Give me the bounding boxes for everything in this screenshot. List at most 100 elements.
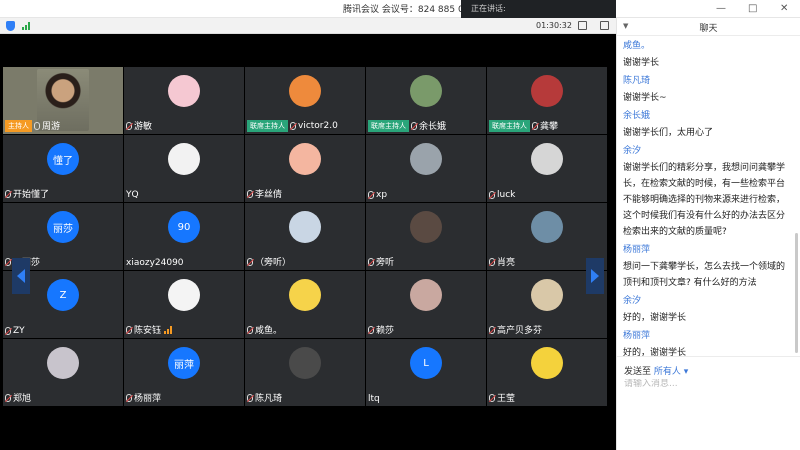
photo-avatar-icon — [289, 347, 321, 379]
chevron-left-icon — [17, 269, 25, 283]
avatar-initials: 丽萍 — [168, 347, 200, 379]
participant-tile[interactable]: 旁听 — [366, 203, 486, 270]
mic-muted-icon — [247, 393, 253, 402]
chat-message-sender[interactable]: 余长娥 — [623, 108, 793, 125]
chat-message-sender[interactable]: 杨丽萍 — [623, 242, 793, 259]
chat-scrollbar[interactable] — [795, 233, 798, 353]
participant-nametag: 李丝倩 — [247, 187, 282, 200]
chat-message-sender[interactable]: 陈凡琦 — [623, 73, 793, 90]
close-button[interactable]: ✕ — [780, 3, 788, 14]
participant-tile[interactable]: 陈凡琦 — [245, 339, 365, 406]
chat-panel: ▼ 聊天 咸鱼。 谢谢学长 陈凡琦 谢谢学长~ 余长娥 谢谢学长们，太用心了 余汐 谢谢学长们… — [616, 18, 800, 450]
mic-muted-icon — [126, 325, 132, 334]
chat-message-text: 谢谢学长 — [623, 58, 660, 68]
participant-name: 高产贝多芬 — [497, 326, 543, 336]
chat-message-sender[interactable]: 杨丽萍 — [623, 328, 793, 345]
participant-tile[interactable]: Lltq — [366, 339, 486, 406]
participant-tile[interactable]: 90 xiaozy24090 — [124, 203, 244, 270]
maximize-button[interactable]: □ — [748, 3, 757, 14]
next-page-button[interactable] — [586, 258, 604, 294]
mic-muted-icon — [489, 393, 495, 402]
participant-nametag: 郑旭 — [5, 391, 31, 404]
chat-message-sender[interactable]: 余汐 — [623, 293, 793, 310]
participant-nametag: 咸鱼。 — [247, 323, 282, 336]
participant-tile[interactable]: YQ — [124, 135, 244, 202]
mic-muted-icon — [126, 121, 132, 130]
chat-header: ▼ 聊天 — [617, 18, 800, 36]
mic-muted-icon — [368, 191, 374, 199]
participant-tile[interactable]: 懂了 开始懂了 — [3, 135, 123, 202]
participant-tile[interactable]: 联席主持人 龚攀 — [487, 67, 607, 134]
participant-tile[interactable]: 郑旭 — [3, 339, 123, 406]
meeting-timer: 01:30:32 — [536, 21, 572, 30]
participant-nametag: luck — [489, 190, 515, 200]
participant-tile[interactable]: 李丝倩 — [245, 135, 365, 202]
panda-icon — [168, 279, 200, 311]
mic-muted-icon — [368, 325, 374, 334]
balloon-silhouette-icon — [289, 75, 321, 107]
cohost-badge: 联席主持人 — [489, 119, 530, 132]
mic-muted-icon — [5, 327, 11, 335]
participant-tile[interactable]: （旁听） — [245, 203, 365, 270]
avatar-initials: 90 — [168, 211, 200, 243]
prev-page-button[interactable] — [12, 258, 30, 294]
participant-tile[interactable]: 联席主持人 余长娥 — [366, 67, 486, 134]
photo-avatar-icon — [410, 211, 442, 243]
chat-message-sender[interactable]: 咸鱼。 — [623, 38, 793, 55]
participant-nametag: 陈安钰 — [126, 323, 173, 336]
participant-tile[interactable]: 丽萍 杨丽萍 — [124, 339, 244, 406]
participant-nametag: 陈凡琦 — [247, 391, 282, 404]
audio-level-icon — [164, 325, 173, 334]
chevron-down-icon[interactable]: ▼ — [623, 22, 628, 30]
minimize-button[interactable]: — — [716, 3, 726, 14]
participant-tile[interactable]: 联席主持人 victor2.0 — [245, 67, 365, 134]
participant-tile[interactable]: 赖莎 — [366, 271, 486, 338]
participant-nametag: xp — [368, 190, 387, 200]
mic-muted-icon — [247, 325, 253, 334]
participant-tile[interactable]: 王莹 — [487, 339, 607, 406]
participant-nametag: ltq — [368, 394, 380, 404]
mic-muted-icon — [532, 121, 538, 130]
fullscreen-icon[interactable] — [600, 21, 609, 30]
meeting-statusbar: 01:30:32 — [0, 18, 616, 34]
layout-toggle-icon[interactable] — [578, 21, 587, 30]
participant-tile[interactable]: 主持人 周游 — [3, 67, 123, 134]
participant-name: luck — [497, 190, 516, 200]
chat-message-list: 咸鱼。 谢谢学长 陈凡琦 谢谢学长~ 余长娥 谢谢学长们，太用心了 余汐 谢谢学长们的精彩分享… — [623, 38, 793, 363]
participant-tile[interactable]: luck — [487, 135, 607, 202]
participant-name: 李丝倩 — [255, 190, 283, 200]
chat-input[interactable] — [624, 379, 794, 389]
participant-tile[interactable]: 游敏 — [124, 67, 244, 134]
participant-nametag: 联席主持人 龚攀 — [489, 119, 558, 132]
chevron-down-icon[interactable]: ▾ — [684, 367, 689, 377]
send-to-target[interactable]: 所有人 — [654, 367, 681, 377]
participant-name: 龚攀 — [540, 122, 559, 132]
participant-name: ZY — [13, 326, 25, 336]
meeting-title: 腾讯会议 会议号：824 885 005 — [343, 5, 476, 15]
cohost-badge: 联席主持人 — [368, 119, 409, 132]
participant-tile[interactable]: 陈安钰 — [124, 271, 244, 338]
photo-avatar-icon — [531, 279, 563, 311]
mic-muted-icon — [5, 257, 11, 266]
avatar-initials: 懂了 — [47, 143, 79, 175]
signal-icon[interactable] — [22, 22, 30, 30]
chat-compose: 发送至 所有人 ▾ — [617, 356, 800, 450]
chat-message-text: 谢谢学长们的精彩分享，我想问问龚攀学长，在检索文献的时候，有一些检索平台不能够明… — [623, 163, 786, 237]
participant-name: 余长娥 — [419, 122, 447, 132]
mic-muted-icon — [290, 122, 296, 130]
participant-name: 陈凡琦 — [255, 394, 283, 404]
participant-nametag: ZY — [5, 326, 25, 336]
chat-message: 咸鱼。 谢谢学长 — [623, 38, 793, 71]
shield-icon[interactable] — [6, 21, 15, 31]
participant-tile[interactable]: 咸鱼。 — [245, 271, 365, 338]
send-to-label: 发送至 — [624, 367, 652, 377]
participant-name: 咸鱼。 — [255, 326, 283, 336]
participant-nametag: 旁听 — [368, 255, 394, 268]
mic-muted-icon — [489, 325, 495, 334]
photo-avatar-icon — [410, 75, 442, 107]
participant-tile[interactable]: xp — [366, 135, 486, 202]
chat-message-sender[interactable]: 余汐 — [623, 143, 793, 160]
participant-name: 陈安钰 — [134, 326, 162, 336]
mic-muted-icon — [5, 189, 11, 198]
send-to-selector[interactable]: 发送至 所有人 ▾ — [624, 364, 688, 377]
